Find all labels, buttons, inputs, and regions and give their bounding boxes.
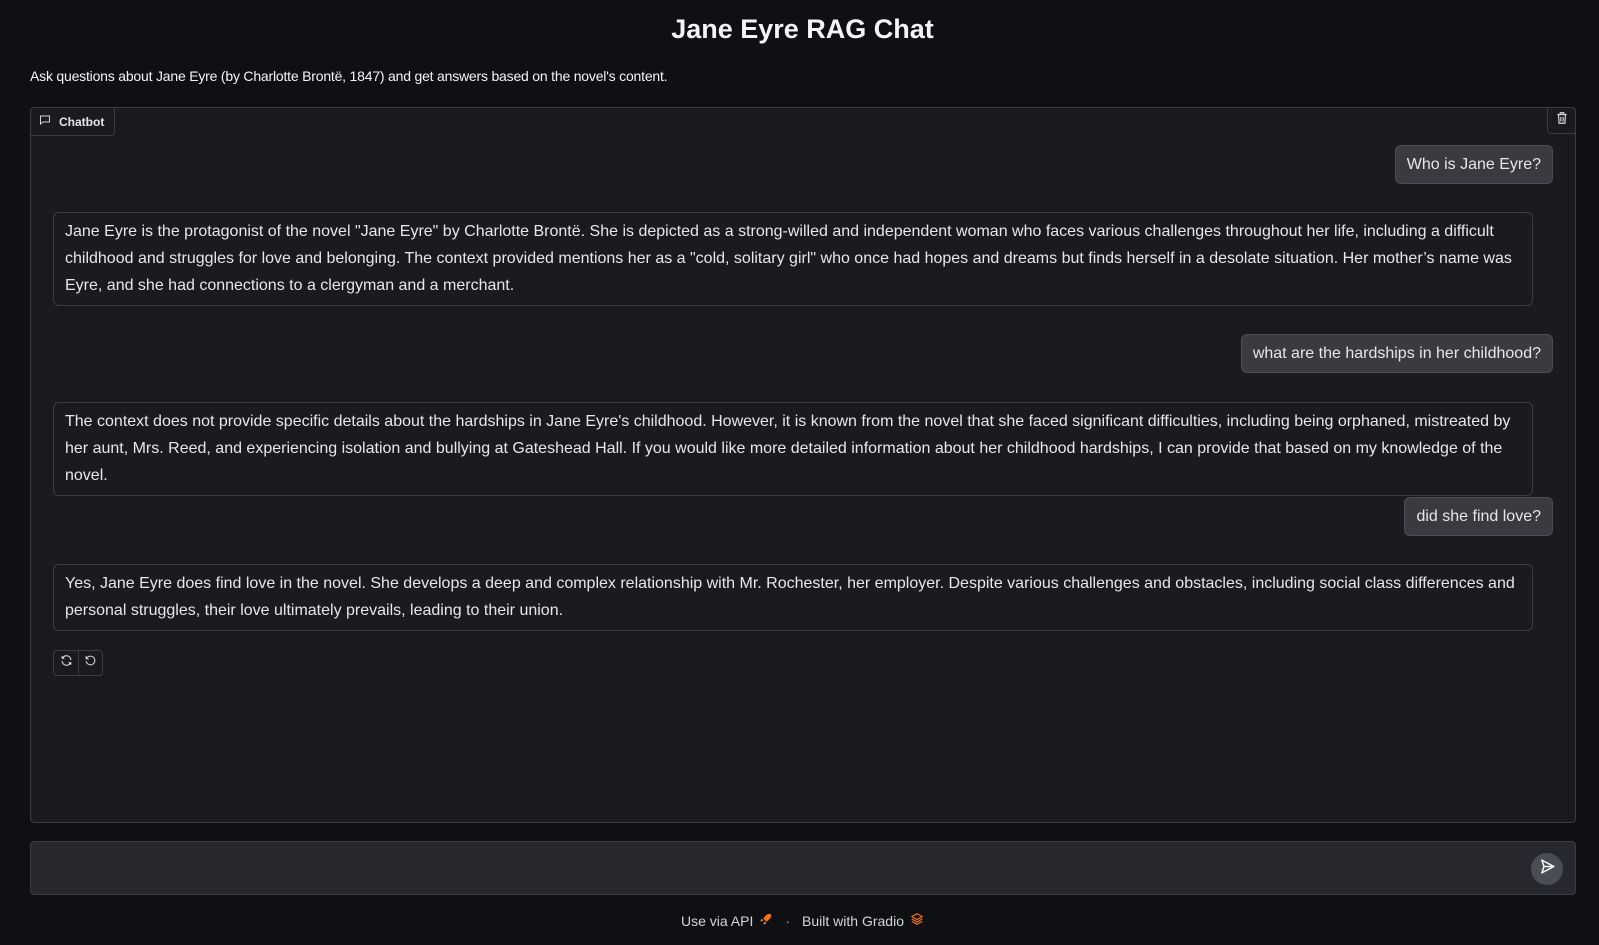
trash-icon <box>1555 111 1569 130</box>
bot-message: The context does not provide specific de… <box>53 402 1533 496</box>
user-message: did she find love? <box>1404 497 1553 536</box>
message-input[interactable] <box>45 852 1505 886</box>
chatbot-label-text: Chatbot <box>59 114 105 129</box>
send-button[interactable] <box>1531 853 1563 885</box>
footer: Use via API · Built with Gradio <box>0 912 1599 929</box>
bot-message: Jane Eyre is the protagonist of the nove… <box>53 212 1533 306</box>
message-input-row <box>30 841 1576 895</box>
retry-icon <box>60 654 73 672</box>
user-message: Who is Jane Eyre? <box>1394 145 1553 184</box>
use-via-api-label: Use via API <box>681 912 754 929</box>
page-description: Ask questions about Jane Eyre (by Charlo… <box>30 68 668 84</box>
message-actions <box>53 650 103 676</box>
rocket-icon <box>759 912 773 929</box>
gradio-logo-icon <box>910 912 924 929</box>
send-icon <box>1539 858 1556 880</box>
chatbot-panel: Chatbot Who is Jane Eyre? Jane Eyre is t… <box>30 107 1576 823</box>
page-title: Jane Eyre RAG Chat <box>671 14 934 44</box>
footer-separator: · <box>785 912 791 929</box>
undo-icon <box>84 654 97 672</box>
user-message: what are the hardships in her childhood? <box>1240 334 1553 373</box>
retry-button[interactable] <box>54 651 78 675</box>
chat-icon <box>39 114 51 129</box>
built-with-gradio-link[interactable]: Built with Gradio <box>802 912 924 929</box>
built-with-gradio-label: Built with Gradio <box>802 912 904 929</box>
chatbot-label: Chatbot <box>31 108 116 136</box>
clear-chat-button[interactable] <box>1547 108 1575 134</box>
use-via-api-link[interactable]: Use via API <box>681 912 773 929</box>
bot-message: Yes, Jane Eyre does find love in the nov… <box>53 564 1533 631</box>
undo-button[interactable] <box>78 651 102 675</box>
